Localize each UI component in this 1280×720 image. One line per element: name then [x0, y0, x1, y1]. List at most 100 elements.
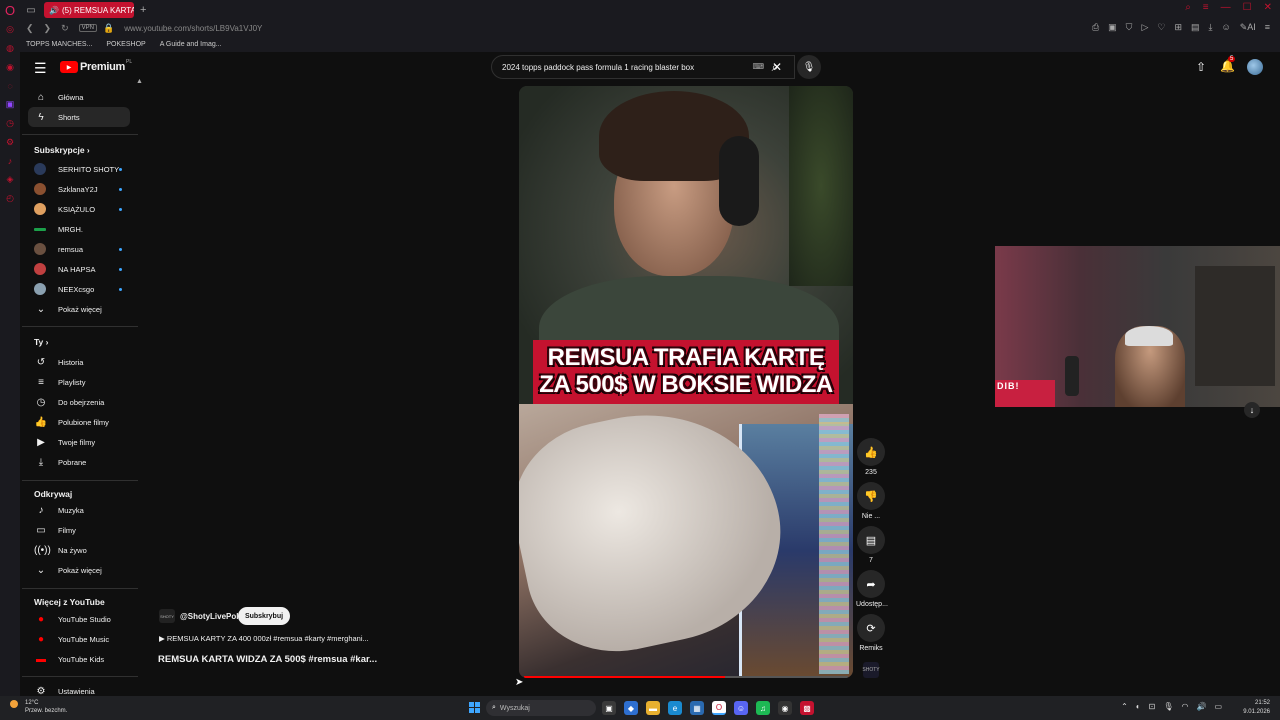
search-input[interactable]: 2024 topps paddock pass formula 1 racing… — [491, 55, 795, 79]
sidebar-item-films[interactable]: ▭ Filmy — [28, 520, 130, 540]
sidebar-item-subscription[interactable]: KSIĄŻULO — [28, 199, 130, 219]
like-button[interactable]: 👍 235 — [856, 438, 886, 476]
sidebar-item-home[interactable]: ⌂ Główna — [28, 87, 130, 107]
show-more-subscriptions[interactable]: ⌄ Pokaż więcej — [28, 299, 130, 319]
edge-icon[interactable]: e — [668, 701, 682, 715]
steam-icon[interactable]: ◉ — [778, 701, 792, 715]
next-video-arrow-icon[interactable]: ↓ — [1244, 402, 1260, 418]
taskbar-search-input[interactable]: ⌕ Wyszukaj — [486, 700, 596, 716]
channel-avatar[interactable]: SHOTY — [159, 609, 175, 623]
copilot-icon[interactable]: ◆ — [624, 701, 638, 715]
close-window-icon[interactable]: ✕ — [1264, 2, 1272, 13]
clock[interactable]: 21:52 9.01.2026 — [1243, 699, 1270, 717]
network-icon[interactable]: ⊡ — [1149, 702, 1156, 711]
shield-icon[interactable]: ⛉ — [1126, 22, 1133, 33]
clock-icon[interactable]: ◴ — [6, 193, 14, 204]
sidebar-item-subscription[interactable]: SERHITO SHOTY — [28, 159, 130, 179]
ai-icon[interactable]: ✎AI — [1240, 22, 1256, 33]
flow-icon[interactable]: ◈ — [7, 174, 14, 185]
new-tab-button[interactable]: + — [140, 4, 146, 16]
vpn-badge[interactable]: VPN — [78, 24, 97, 32]
url-field[interactable]: www.youtube.com/shorts/LB9Va1VJ0Y — [124, 24, 262, 33]
sidebar-item-subscription[interactable]: SzklanaY2J — [28, 179, 130, 199]
tab-menu-icon[interactable]: ▭ — [24, 3, 38, 17]
app-icon[interactable]: ▩ — [800, 701, 814, 715]
music-icon[interactable]: ♪ — [8, 156, 13, 166]
task-view-icon[interactable]: ▣ — [602, 701, 616, 715]
discord-icon[interactable]: ☺ — [734, 701, 748, 715]
minimize-icon[interactable]: — — [1221, 2, 1231, 13]
mic-icon[interactable]: 🎙 — [1163, 702, 1173, 711]
remix-button[interactable]: ⟳ Remiks — [856, 614, 886, 652]
hamburger-menu-icon[interactable]: ☰ — [34, 60, 47, 77]
upload-icon[interactable]: ⇧ — [1196, 60, 1206, 74]
related-video-link[interactable]: ▶ REMSUA KARTY ZA 400 000zł #remsua #kar… — [159, 634, 369, 643]
chat-icon[interactable]: ◉ — [6, 62, 14, 73]
menu-icon[interactable]: ≡ — [1265, 22, 1270, 33]
sidebar-item-shorts[interactable]: ϟ Shorts — [28, 107, 130, 127]
sidebar-item-history[interactable]: ↺ Historia — [28, 352, 130, 372]
video-title[interactable]: REMSUA KARTA WIDZA ZA 500$ #remsua #kar.… — [158, 654, 377, 665]
show-hidden-icons-icon[interactable]: ⌃ — [1121, 702, 1128, 711]
spotify-icon[interactable]: ♫ — [756, 701, 770, 715]
bookmark-item[interactable]: A Guide and Imag... — [160, 41, 222, 48]
youtube-logo[interactable]: ▶ Premium PL — [60, 59, 132, 73]
wallet-icon[interactable]: ▤ — [1191, 22, 1200, 33]
speaker-icon[interactable]: 🔊 — [49, 6, 59, 15]
file-explorer-icon[interactable]: ▬ — [646, 701, 660, 715]
volume-icon[interactable]: 🔊 — [1196, 702, 1206, 711]
sidebar-item-subscription[interactable]: remsua — [28, 239, 130, 259]
download-icon[interactable]: ⤓ — [1209, 22, 1213, 33]
channel-name[interactable]: @ShotyLivePol — [180, 612, 238, 621]
extensions-icon[interactable]: ⊞ — [1174, 22, 1182, 33]
bookmark-item[interactable]: TOPPS MANCHES... — [26, 41, 92, 48]
history-icon[interactable]: ◷ — [6, 118, 14, 129]
you-heading[interactable]: Ty › — [34, 337, 49, 347]
forward-icon[interactable]: ❯ — [44, 23, 52, 34]
voice-search-button[interactable]: 🎙 — [797, 55, 821, 79]
share-button[interactable]: ➦ Udostęp... — [856, 570, 888, 608]
player-icon[interactable]: ▷ — [1141, 22, 1148, 33]
sidebar-item-your-videos[interactable]: ▶ Twoje filmy — [28, 432, 130, 452]
menu-icon[interactable]: ≡ — [1203, 2, 1209, 13]
settings-icon[interactable]: ⚙ — [6, 137, 14, 148]
wifi-icon[interactable]: ◠ — [1181, 702, 1188, 711]
sidebar-item-playlists[interactable]: ≡ Playlisty — [28, 372, 130, 392]
search-button[interactable]: ⌕ — [762, 55, 788, 79]
account-avatar[interactable] — [1247, 59, 1263, 75]
pip-icon[interactable]: ▣ — [1108, 22, 1117, 33]
sidebar-item-subscription[interactable]: MRGH. — [28, 219, 130, 239]
whatsapp-icon[interactable]: ◌ — [7, 81, 12, 91]
opera-logo-icon[interactable]: O — [0, 0, 20, 20]
sidebar-item-live[interactable]: ((•)) Na żywo — [28, 540, 130, 560]
subscriptions-heading[interactable]: Subskrypcje › — [34, 145, 90, 155]
opera-icon[interactable]: O — [712, 701, 726, 715]
sidebar-item-subscription[interactable]: NA HAPSA — [28, 259, 130, 279]
sidebar-item-watch-later[interactable]: ◷ Do obejrzenia — [28, 392, 130, 412]
sidebar-item-youtube-music[interactable]: ● YouTube Music — [28, 629, 130, 649]
bookmark-item[interactable]: POKESHOP — [106, 41, 145, 48]
show-more-explore[interactable]: ⌄ Pokaż więcej — [28, 560, 130, 580]
weather-widget[interactable]: 12°C Przew. bezchm. — [10, 699, 67, 715]
messenger-icon[interactable]: ◎ — [6, 24, 14, 35]
maximize-icon[interactable]: ☐ — [1243, 2, 1252, 13]
sidebar-scroll-up-icon[interactable]: ▲ — [136, 78, 143, 85]
battery-icon[interactable]: ▭ — [1214, 702, 1222, 711]
instagram-icon[interactable]: ◍ — [6, 43, 14, 54]
store-icon[interactable]: ▦ — [690, 701, 704, 715]
browser-tab-active[interactable]: 🔊 (5) REMSUA KARTA WI ✕ — [44, 2, 134, 18]
shorts-video-player[interactable]: REMSUA TRAFIA KARTĘ ZA 500$ W BOKSIE WID… — [519, 86, 853, 678]
back-icon[interactable]: ❮ — [26, 23, 34, 34]
tray-app-icon[interactable]: ◐ — [1136, 702, 1141, 711]
video-progress-bar[interactable] — [524, 676, 848, 678]
sidebar-item-downloads[interactable]: ⤓ Pobrane — [28, 452, 130, 472]
comments-button[interactable]: ▤ 7 — [856, 526, 886, 564]
profile-icon[interactable]: ☺ — [1221, 22, 1230, 33]
search-tabs-icon[interactable]: ⌕ — [1185, 2, 1191, 13]
sidebar-item-liked[interactable]: 👍 Polubione filmy — [28, 412, 130, 432]
reload-icon[interactable]: ↻ — [61, 23, 69, 34]
audio-source-avatar[interactable]: SHOTY — [862, 662, 880, 678]
sidebar-item-music[interactable]: ♪ Muzyka — [28, 500, 130, 520]
dislike-button[interactable]: 👎 Nie ... — [856, 482, 886, 520]
snapshot-icon[interactable]: ⎙ — [1092, 22, 1099, 33]
